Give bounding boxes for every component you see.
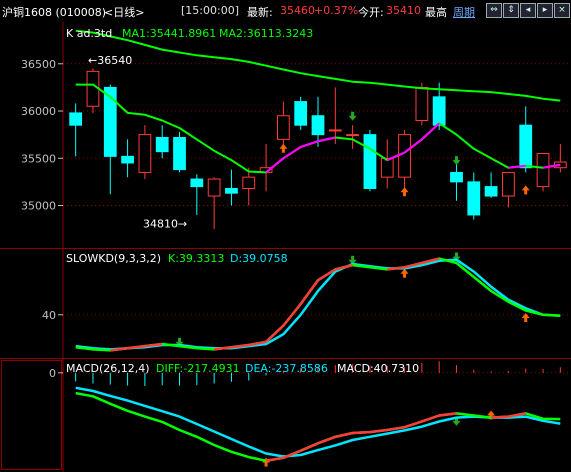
macd-legend-dea: DEA:-237.8586 <box>245 362 328 375</box>
kd-k-rising-segment <box>299 279 320 305</box>
candle-body <box>121 155 134 164</box>
macd-diff-rising-segment <box>491 415 509 419</box>
instrument-name: 沪铜1608 (010008) <box>2 6 107 19</box>
kd-legend-d: D:39.0758 <box>230 252 288 265</box>
macd-diff-rising-segment <box>335 431 353 439</box>
title-bar: 沪铜1608 (010008) <日线> [15:00:00] 最新: 3546… <box>0 0 571 22</box>
latest-label: 最新: <box>247 6 273 19</box>
candle-body <box>276 115 290 140</box>
candle-body <box>484 186 498 197</box>
macd-diff-rising-segment <box>352 430 370 435</box>
candle-body <box>450 171 463 183</box>
time-label: [15:00:00] <box>181 4 239 17</box>
candle-body <box>86 70 100 107</box>
price-grid-35000-label: 35000 <box>21 199 56 212</box>
macd-diff-rising-segment <box>439 412 457 417</box>
high-label: 最高 <box>425 6 447 19</box>
ma1-rising-segment <box>300 140 319 148</box>
candle-body <box>155 136 169 153</box>
candle-body <box>363 134 377 189</box>
candle-body <box>415 86 429 121</box>
high-annotation: ←36540 <box>88 54 132 67</box>
low-annotation: 34810→ <box>143 217 187 230</box>
kd-d-line <box>75 258 561 351</box>
price-grid-36000-label: 36000 <box>21 105 56 118</box>
candle-body <box>536 153 550 188</box>
candle-body <box>346 134 360 137</box>
signal-arrow-down <box>452 156 461 166</box>
chart-area: 36500 36000 35500 35000 40 0 ←36540 34810→ K ad.… <box>0 22 571 472</box>
price-legend-ma2: MA2:36113.3243 <box>219 27 313 40</box>
kd-legend-name: SLOWKD(9,3,3,2) <box>66 252 161 265</box>
candle-body <box>398 134 411 178</box>
ma1-rising-segment <box>317 136 336 143</box>
candle-body <box>225 187 238 194</box>
macd-diff-rising-segment <box>317 435 336 445</box>
latest-value: 35460 <box>280 4 315 17</box>
candle-body <box>190 178 204 188</box>
candle-body <box>311 115 325 136</box>
macd-diff-rising-segment <box>387 426 405 432</box>
arrow-left-icon[interactable]: ◂ <box>520 3 536 18</box>
macd-diff-rising-segment <box>265 456 284 462</box>
signal-arrow-up <box>521 313 530 323</box>
macd-diff-rising-segment <box>369 428 388 434</box>
signal-arrow-down <box>348 111 357 121</box>
kd-k-line <box>75 257 561 352</box>
close-icon[interactable]: × <box>554 3 570 18</box>
price-grid-36500-label: 36500 <box>21 58 56 71</box>
macd-dea-line <box>75 386 561 458</box>
ma2-line <box>75 29 561 102</box>
arrow-up-down-icon[interactable]: ⇕ <box>503 3 519 18</box>
price-legend-name: K ad.3td <box>66 27 112 40</box>
kd-grid-40-label: 40 <box>42 309 56 322</box>
candle-body <box>432 96 446 126</box>
candle-body <box>138 134 152 173</box>
signal-arrow-up <box>279 143 288 153</box>
change-percent: +0.37% <box>314 4 359 17</box>
candle-body <box>519 124 533 169</box>
candle-body <box>69 112 83 126</box>
kd-k-rising-segment <box>282 303 302 327</box>
period-link[interactable]: 周期 <box>453 4 475 20</box>
open-label: 今开: <box>358 6 384 19</box>
price-legend-ma1: MA1:35441.8961 <box>122 27 216 40</box>
macd-grid-0-label: 0 <box>49 367 56 380</box>
macd-legend-name: MACD(26,12,4) <box>66 362 150 375</box>
arrow-right-icon[interactable]: ▸ <box>537 3 553 18</box>
candle-body <box>502 171 515 197</box>
period-label: <日线> <box>104 6 145 19</box>
macd-legend-diff: DIFF:-217.4931 <box>156 362 240 375</box>
candle-body <box>242 176 256 189</box>
signal-arrow-up <box>400 268 409 278</box>
macd-diff-rising-segment <box>421 414 440 423</box>
candle-body <box>328 129 342 132</box>
signal-arrow-up <box>521 185 530 195</box>
signal-arrow-up <box>400 187 409 197</box>
open-value: 35410 <box>386 4 421 17</box>
ma1-rising-segment <box>265 157 285 174</box>
ma1-rising-segment <box>421 122 440 141</box>
candle-body <box>467 181 481 216</box>
arrow-left-right-icon[interactable]: ⇔ <box>486 3 502 18</box>
kd-legend-k: K:39.3313 <box>168 252 224 265</box>
price-grid-35500-label: 35500 <box>21 152 56 165</box>
candle-body <box>173 136 186 171</box>
candle-body <box>207 178 221 197</box>
macd-legend-macd: MACD:40.7310 <box>337 362 419 375</box>
candle-body <box>294 101 308 126</box>
